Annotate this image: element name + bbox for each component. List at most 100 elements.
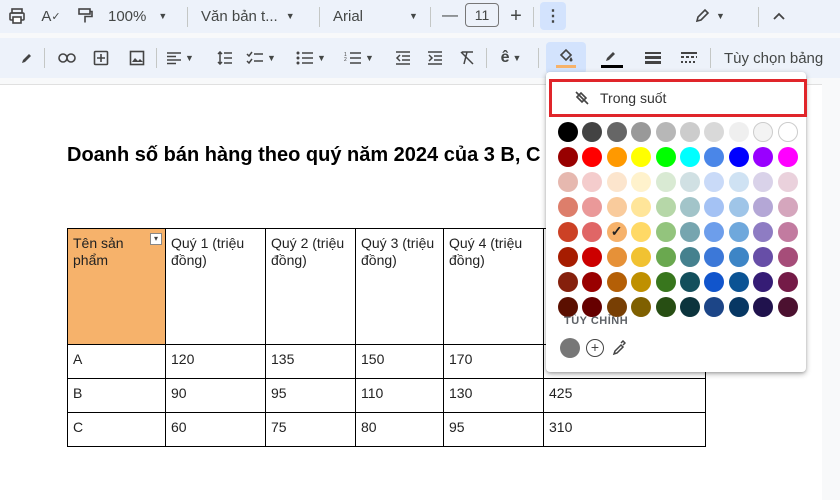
color-swatch[interactable]: [631, 222, 652, 242]
decrease-font-size-button[interactable]: —: [437, 2, 463, 30]
color-swatch[interactable]: [655, 272, 676, 292]
color-swatch[interactable]: [655, 122, 676, 142]
color-swatch[interactable]: [655, 197, 676, 217]
color-swatch[interactable]: [728, 122, 749, 142]
color-swatch[interactable]: [704, 147, 725, 167]
color-swatch[interactable]: [558, 247, 578, 267]
color-swatch[interactable]: [753, 247, 774, 267]
color-swatch[interactable]: [679, 147, 700, 167]
color-swatch[interactable]: [582, 272, 603, 292]
table-cell[interactable]: 80: [355, 412, 444, 447]
color-swatch[interactable]: [704, 272, 725, 292]
align-left-icon[interactable]: ▼: [166, 44, 194, 72]
table-cell[interactable]: 425: [543, 378, 706, 413]
color-swatch[interactable]: [558, 197, 578, 217]
color-swatch[interactable]: [728, 297, 749, 317]
color-swatch[interactable]: [655, 222, 676, 242]
border-dash-icon[interactable]: [676, 44, 702, 72]
color-swatch[interactable]: [753, 297, 774, 317]
color-swatch[interactable]: [606, 172, 627, 192]
numbered-list-icon[interactable]: 1 2 ▼: [344, 44, 374, 72]
increase-indent-icon[interactable]: [422, 44, 448, 72]
table-cell[interactable]: 75: [265, 412, 356, 447]
color-swatch[interactable]: [777, 247, 798, 267]
transparent-option[interactable]: Trong suốt: [549, 79, 807, 117]
document-title[interactable]: Doanh số bán hàng theo quý năm 2024 của …: [67, 141, 587, 170]
input-tools-icon[interactable]: ê ▼: [498, 44, 524, 72]
style-select[interactable]: Văn bản t... ▼: [201, 2, 295, 30]
color-swatch[interactable]: [558, 222, 578, 242]
table-cell[interactable]: 90: [165, 378, 266, 413]
color-swatch[interactable]: [728, 272, 749, 292]
color-swatch[interactable]: [679, 197, 700, 217]
color-swatch[interactable]: [606, 272, 627, 292]
table-header-cell[interactable]: Quý 1 (triệu đồng): [165, 228, 266, 345]
table-cell[interactable]: B: [67, 378, 166, 413]
table-cell[interactable]: 95: [443, 412, 544, 447]
color-swatch[interactable]: [777, 122, 798, 142]
color-swatch[interactable]: [679, 172, 700, 192]
color-swatch[interactable]: [753, 272, 774, 292]
table-cell[interactable]: 130: [443, 378, 544, 413]
color-swatch[interactable]: [728, 197, 749, 217]
table-header-cell[interactable]: Quý 3 (triệu đồng): [355, 228, 444, 345]
color-swatch[interactable]: [753, 197, 774, 217]
color-swatch[interactable]: [704, 222, 725, 242]
table-cell[interactable]: 110: [355, 378, 444, 413]
color-swatch[interactable]: [655, 147, 676, 167]
color-swatch[interactable]: [582, 297, 603, 317]
color-swatch[interactable]: [606, 247, 627, 267]
table-header-cell[interactable]: Quý 4 (triệu đồng): [443, 228, 544, 345]
color-swatch[interactable]: [777, 222, 798, 242]
zoom-select[interactable]: 100% ▼: [108, 2, 167, 30]
color-swatch[interactable]: [728, 247, 749, 267]
table-cell[interactable]: 60: [165, 412, 266, 447]
color-swatch[interactable]: [728, 147, 749, 167]
color-swatch[interactable]: [606, 197, 627, 217]
color-swatch[interactable]: [558, 147, 578, 167]
collapse-menus-icon[interactable]: [766, 2, 792, 30]
color-swatch[interactable]: [606, 122, 627, 142]
color-swatch[interactable]: [558, 122, 578, 142]
link-icon[interactable]: [54, 44, 80, 72]
add-comment-icon[interactable]: [88, 44, 114, 72]
color-swatch[interactable]: [582, 122, 603, 142]
color-swatch[interactable]: [679, 222, 700, 242]
color-swatch[interactable]: [679, 297, 700, 317]
color-swatch[interactable]: [582, 222, 603, 242]
cell-menu-icon[interactable]: ▾: [150, 233, 162, 245]
table-cell[interactable]: A: [67, 344, 166, 379]
decrease-indent-icon[interactable]: [390, 44, 416, 72]
color-swatch[interactable]: [582, 197, 603, 217]
table-cell[interactable]: C: [67, 412, 166, 447]
color-swatch[interactable]: [777, 272, 798, 292]
checklist-icon[interactable]: ▼: [246, 44, 276, 72]
font-size-input[interactable]: 11: [465, 3, 499, 27]
color-swatch[interactable]: [753, 172, 774, 192]
eyedropper-icon[interactable]: [612, 340, 626, 356]
table-header-cell[interactable]: Quý 2 (triệu đồng): [265, 228, 356, 345]
print-icon[interactable]: [4, 2, 30, 30]
color-swatch[interactable]: [631, 297, 652, 317]
color-swatch[interactable]: [558, 272, 578, 292]
color-swatch[interactable]: [704, 172, 725, 192]
insert-image-icon[interactable]: [124, 44, 150, 72]
table-options-button[interactable]: Tùy chọn bảng: [724, 44, 823, 72]
color-swatch[interactable]: [631, 272, 652, 292]
table-cell[interactable]: 150: [355, 344, 444, 379]
color-swatch[interactable]: [631, 122, 652, 142]
color-swatch[interactable]: [631, 147, 652, 167]
color-swatch[interactable]: [753, 222, 774, 242]
color-swatch[interactable]: [704, 297, 725, 317]
color-swatch[interactable]: [777, 147, 798, 167]
color-swatch[interactable]: [558, 172, 578, 192]
color-swatch[interactable]: [777, 172, 798, 192]
color-swatch[interactable]: [631, 172, 652, 192]
color-swatch[interactable]: [753, 147, 774, 167]
color-swatch[interactable]: [582, 247, 603, 267]
color-swatch[interactable]: [606, 147, 627, 167]
highlight-pen-icon[interactable]: [14, 44, 40, 72]
color-swatch[interactable]: [679, 247, 700, 267]
color-swatch[interactable]: [679, 272, 700, 292]
table-cell[interactable]: 95: [265, 378, 356, 413]
